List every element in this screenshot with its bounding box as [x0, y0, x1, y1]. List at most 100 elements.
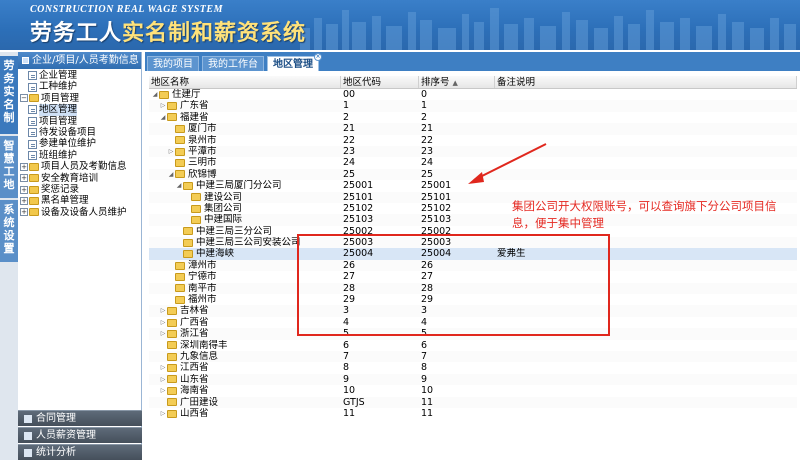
bottom-menu-label: 统计分析	[36, 446, 76, 458]
nav-tree-item[interactable]: 待发设备项目	[18, 127, 141, 138]
cell-region-code: 9	[343, 373, 350, 385]
column-header-region-name[interactable]: 地区名称	[149, 76, 341, 88]
vertical-module-bar: 劳务实名制 智慧工地 系统设置	[0, 52, 18, 460]
table-row[interactable]: 深圳南得丰 6 6	[149, 340, 797, 351]
tab-my-projects[interactable]: 我的项目	[147, 56, 199, 71]
tab-region-management[interactable]: 地区管理 ×	[267, 53, 322, 71]
page-icon	[28, 71, 37, 81]
cell-region-name: 中建国际	[149, 214, 341, 225]
region-name-text: 浙江省	[180, 328, 209, 340]
table-row[interactable]: ▷ 江西省 8 8	[149, 362, 797, 373]
nav-tree-item[interactable]: 班组维护	[18, 150, 141, 161]
cell-sort-order: 9	[421, 373, 428, 385]
tab-label: 我的项目	[153, 59, 193, 70]
collapsed-arrow-icon[interactable]: ▷	[159, 328, 167, 339]
nav-tree-item[interactable]: 参建单位维护	[18, 138, 141, 149]
nav-tree-item[interactable]: + 设备及设备人员维护	[18, 207, 141, 218]
page-icon	[28, 116, 37, 126]
close-tab-icon[interactable]: ×	[314, 53, 322, 61]
table-row[interactable]: ◢ 福建省 2 2	[149, 112, 797, 123]
collapse-icon[interactable]: −	[20, 94, 28, 103]
nav-tree-item[interactable]: + 安全教育培训	[18, 173, 141, 184]
panel-title-icon	[22, 57, 29, 64]
cell-region-name: ▷ 江西省	[149, 362, 341, 373]
nav-tree-item[interactable]: + 黑名单管理	[18, 195, 141, 206]
collapsed-arrow-icon[interactable]: ▷	[159, 317, 167, 328]
bottom-menu-label: 合同管理	[36, 412, 76, 424]
nav-tree-item[interactable]: − 项目管理	[18, 93, 141, 104]
collapsed-arrow-icon[interactable]: ▷	[167, 146, 175, 157]
expand-icon[interactable]: +	[20, 185, 28, 194]
cell-remarks	[495, 123, 797, 134]
region-name-text: 南平市	[188, 282, 217, 294]
table-row[interactable]: ▷ 海南省 10 10	[149, 385, 797, 396]
annotation-arrow-icon	[468, 143, 547, 184]
expanded-arrow-icon[interactable]: ◢	[159, 112, 167, 123]
folder-icon	[29, 174, 39, 183]
cell-remarks	[495, 374, 797, 385]
collapsed-arrow-icon[interactable]: ▷	[159, 385, 167, 396]
cell-region-name: 广田建设	[149, 397, 341, 408]
expand-icon[interactable]: +	[20, 208, 28, 217]
cell-region-code: 7	[343, 350, 350, 362]
table-row[interactable]: ▷ 山西省 11 11	[149, 408, 797, 419]
module-tab-labor[interactable]: 劳务实名制	[0, 56, 18, 134]
cell-remarks	[495, 385, 797, 396]
bottom-menu-contract[interactable]: 合同管理	[18, 410, 142, 426]
cell-remarks	[495, 351, 797, 362]
nav-tree-item-label: 项目管理	[39, 115, 78, 127]
cell-region-name: 深圳南得丰	[149, 340, 341, 351]
brand-cn-part2: 实名制和薪资系统	[122, 21, 307, 46]
page-icon	[28, 150, 37, 160]
table-row[interactable]: 九象信息 7 7	[149, 350, 797, 363]
module-tab-char: 设	[3, 229, 15, 242]
expanded-arrow-icon[interactable]: ◢	[151, 89, 159, 100]
expand-icon[interactable]: +	[20, 162, 28, 171]
cell-region-code: 25	[343, 168, 356, 180]
collapsed-arrow-icon[interactable]: ▷	[159, 100, 167, 111]
column-header-region-code[interactable]: 地区代码	[341, 76, 419, 88]
bottom-menu-salary[interactable]: 人员薪资管理	[18, 427, 142, 443]
collapsed-arrow-icon[interactable]: ▷	[159, 408, 167, 419]
column-header-remarks[interactable]: 备注说明	[495, 76, 797, 88]
nav-tree-item-label: 参建单位维护	[39, 138, 97, 150]
column-header-sort-order[interactable]: 排序号 ▲	[419, 76, 495, 88]
folder-icon	[175, 124, 185, 133]
nav-tree-item[interactable]: + 项目人员及考勤信息	[18, 161, 141, 172]
table-row[interactable]: 广田建设 GTJS 11	[149, 396, 797, 408]
expanded-arrow-icon[interactable]: ◢	[167, 169, 175, 180]
table-row[interactable]: 厦门市 21 21	[149, 123, 797, 135]
nav-tree-item-label: 企业管理	[39, 70, 78, 81]
cell-region-name: ◢ 欣锦博	[149, 169, 341, 180]
cell-region-code: 25001	[343, 180, 374, 192]
nav-tree-item-label: 项目管理	[41, 92, 80, 104]
cell-region-code: 8	[343, 362, 350, 374]
folder-icon	[29, 208, 39, 217]
cell-region-code: 6	[343, 339, 350, 351]
folder-icon	[29, 94, 39, 103]
expanded-arrow-icon[interactable]: ◢	[175, 180, 183, 191]
nav-tree-item[interactable]: 工种维护	[18, 81, 141, 92]
region-name-text: 海南省	[180, 385, 209, 397]
expand-icon[interactable]: +	[20, 174, 28, 183]
app-header: CONSTRUCTION REAL WAGE SYSTEM 劳务工人实名制和薪资…	[0, 0, 800, 50]
region-name-text: 集团公司	[204, 202, 243, 214]
table-row[interactable]: ▷ 广东省 1 1	[149, 100, 797, 112]
nav-tree-item[interactable]: 地区管理	[18, 104, 141, 116]
expand-icon[interactable]: +	[20, 196, 28, 205]
collapsed-arrow-icon[interactable]: ▷	[159, 374, 167, 385]
table-row[interactable]: ◢ 住建厅 00 0	[149, 89, 797, 100]
nav-tree-item[interactable]: 企业管理	[18, 70, 141, 81]
bottom-menu-statistics[interactable]: 统计分析	[18, 444, 142, 460]
collapsed-arrow-icon[interactable]: ▷	[159, 362, 167, 373]
collapsed-arrow-icon[interactable]: ▷	[159, 305, 167, 316]
nav-tree-item[interactable]: + 奖惩记录	[18, 184, 141, 195]
cell-region-code: 00	[343, 89, 356, 100]
left-nav-panel: 企业/项目/人员考勤信息 企业管理 工种维护 − 项目管理 地区管理 项目管理 待发设备项目…	[18, 52, 142, 460]
module-tab-settings[interactable]: 系统设置	[0, 200, 18, 262]
table-row[interactable]: ▷ 山东省 9 9	[149, 373, 797, 386]
folder-icon	[167, 329, 177, 338]
tab-my-workbench[interactable]: 我的工作台	[202, 56, 264, 71]
nav-tree-item[interactable]: 项目管理	[18, 116, 141, 127]
module-tab-smart-site[interactable]: 智慧工地	[0, 136, 18, 198]
